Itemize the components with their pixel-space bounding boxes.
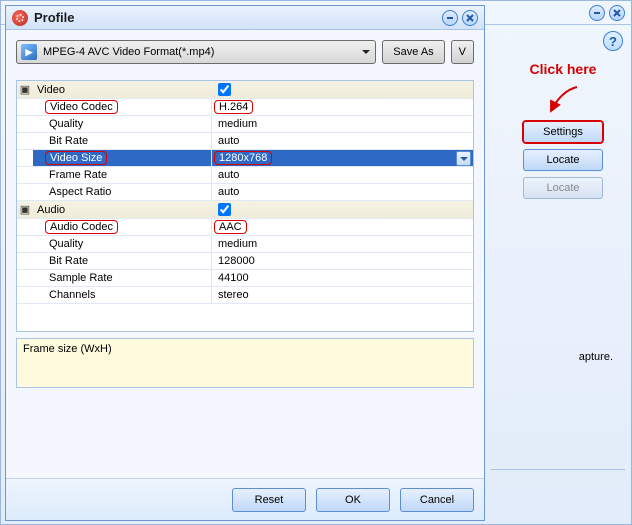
video-format-icon: ▶ xyxy=(21,44,37,60)
group-video[interactable]: ▣ Video xyxy=(17,81,473,99)
app-window: { "dialog": { "title": "Profile", "forma… xyxy=(0,0,632,525)
chevron-down-icon xyxy=(459,154,469,164)
format-dropdown-label: MPEG-4 AVC Video Format(*.mp4) xyxy=(43,46,214,58)
video-size-value: 1280x768 xyxy=(214,151,272,165)
video-enabled-checkbox[interactable] xyxy=(218,83,231,96)
row-audio-bitrate[interactable]: Bit Rate 128000 xyxy=(17,253,473,270)
row-channels[interactable]: Channels stereo xyxy=(17,287,473,304)
locate-button[interactable]: Locate xyxy=(523,149,603,171)
dialog-minimize-button[interactable] xyxy=(442,10,458,26)
row-sample-rate[interactable]: Sample Rate 44100 xyxy=(17,270,473,287)
ok-button-label: OK xyxy=(345,494,361,506)
ok-button[interactable]: OK xyxy=(316,488,390,512)
dialog-footer: Reset OK Cancel xyxy=(6,478,484,520)
row-video-bitrate[interactable]: Bit Rate auto xyxy=(17,133,473,150)
row-audio-quality[interactable]: Quality medium xyxy=(17,236,473,253)
annotation-text: Click here xyxy=(530,61,597,77)
sample-rate-label: Sample Rate xyxy=(49,272,113,284)
dialog-title: Profile xyxy=(34,10,74,25)
channels-value: stereo xyxy=(218,289,249,301)
audio-quality-value: medium xyxy=(218,238,257,250)
cancel-button-label: Cancel xyxy=(420,494,454,506)
chevron-down-icon xyxy=(361,47,371,57)
audio-codec-label: Audio Codec xyxy=(45,220,118,234)
channels-label: Channels xyxy=(49,289,95,301)
collapse-icon[interactable]: ▣ xyxy=(17,81,33,98)
dialog-titlebar: Profile xyxy=(6,6,484,30)
audio-quality-label: Quality xyxy=(49,238,83,250)
outer-minimize-button[interactable] xyxy=(589,5,605,21)
settings-button-label: Settings xyxy=(543,126,583,138)
group-audio-label: Audio xyxy=(33,201,211,218)
video-bitrate-value: auto xyxy=(218,135,239,147)
locate-button-disabled-label: Locate xyxy=(546,182,579,194)
row-aspect-ratio[interactable]: Aspect Ratio auto xyxy=(17,184,473,201)
right-pane: Click here Settings Locate Locate xyxy=(509,61,617,199)
audio-bitrate-label: Bit Rate xyxy=(49,255,88,267)
video-size-dropdown-button[interactable] xyxy=(456,151,471,166)
video-quality-value: medium xyxy=(218,118,257,130)
video-size-label: Video Size xyxy=(45,151,107,165)
annotation-arrow xyxy=(543,85,583,115)
aspect-ratio-value: auto xyxy=(218,186,239,198)
row-audio-codec[interactable]: Audio Codec AAC xyxy=(17,219,473,236)
sample-rate-value: 44100 xyxy=(218,272,249,284)
video-codec-value: H.264 xyxy=(214,100,253,114)
reset-button[interactable]: Reset xyxy=(232,488,306,512)
collapse-icon[interactable]: ▣ xyxy=(17,201,33,218)
video-bitrate-label: Bit Rate xyxy=(49,135,88,147)
outer-window-controls xyxy=(589,5,625,21)
video-quality-label: Quality xyxy=(49,118,83,130)
settings-button[interactable]: Settings xyxy=(523,121,603,143)
aspect-ratio-label: Aspect Ratio xyxy=(49,186,111,198)
format-dropdown[interactable]: ▶ MPEG-4 AVC Video Format(*.mp4) xyxy=(16,40,376,64)
dialog-close-button[interactable] xyxy=(462,10,478,26)
row-video-quality[interactable]: Quality medium xyxy=(17,116,473,133)
row-video-codec[interactable]: Video Codec H.264 xyxy=(17,99,473,116)
v-button-label: V xyxy=(459,46,466,58)
format-row: ▶ MPEG-4 AVC Video Format(*.mp4) Save As… xyxy=(16,40,474,64)
dialog-body: ▶ MPEG-4 AVC Video Format(*.mp4) Save As… xyxy=(6,30,484,70)
outer-divider xyxy=(491,469,625,470)
locate-button-disabled: Locate xyxy=(523,177,603,199)
frame-rate-label: Frame Rate xyxy=(49,169,107,181)
frame-rate-value: auto xyxy=(218,169,239,181)
group-audio[interactable]: ▣ Audio xyxy=(17,201,473,219)
hint-text: Frame size (WxH) xyxy=(23,343,112,355)
cancel-button[interactable]: Cancel xyxy=(400,488,474,512)
group-video-label: Video xyxy=(33,81,211,98)
save-as-label: Save As xyxy=(393,46,433,58)
hint-box: Frame size (WxH) xyxy=(16,338,474,388)
video-codec-label: Video Codec xyxy=(45,100,118,114)
app-icon xyxy=(12,10,28,26)
save-as-button[interactable]: Save As xyxy=(382,40,444,64)
settings-grid: ▣ Video Video Codec H.264 Quality medium… xyxy=(16,80,474,332)
row-video-size[interactable]: Video Size 1280x768 xyxy=(17,150,473,167)
locate-button-label: Locate xyxy=(546,154,579,166)
profile-dialog: Profile ▶ MPEG-4 AVC Video Format(*.mp4)… xyxy=(5,5,485,521)
row-frame-rate[interactable]: Frame Rate auto xyxy=(17,167,473,184)
reset-button-label: Reset xyxy=(255,494,284,506)
v-button[interactable]: V xyxy=(451,40,474,64)
audio-bitrate-value: 128000 xyxy=(218,255,255,267)
outer-close-button[interactable] xyxy=(609,5,625,21)
audio-codec-value: AAC xyxy=(214,220,247,234)
partial-text: apture. xyxy=(579,351,613,363)
audio-enabled-checkbox[interactable] xyxy=(218,203,231,216)
help-button[interactable]: ? xyxy=(603,31,623,51)
